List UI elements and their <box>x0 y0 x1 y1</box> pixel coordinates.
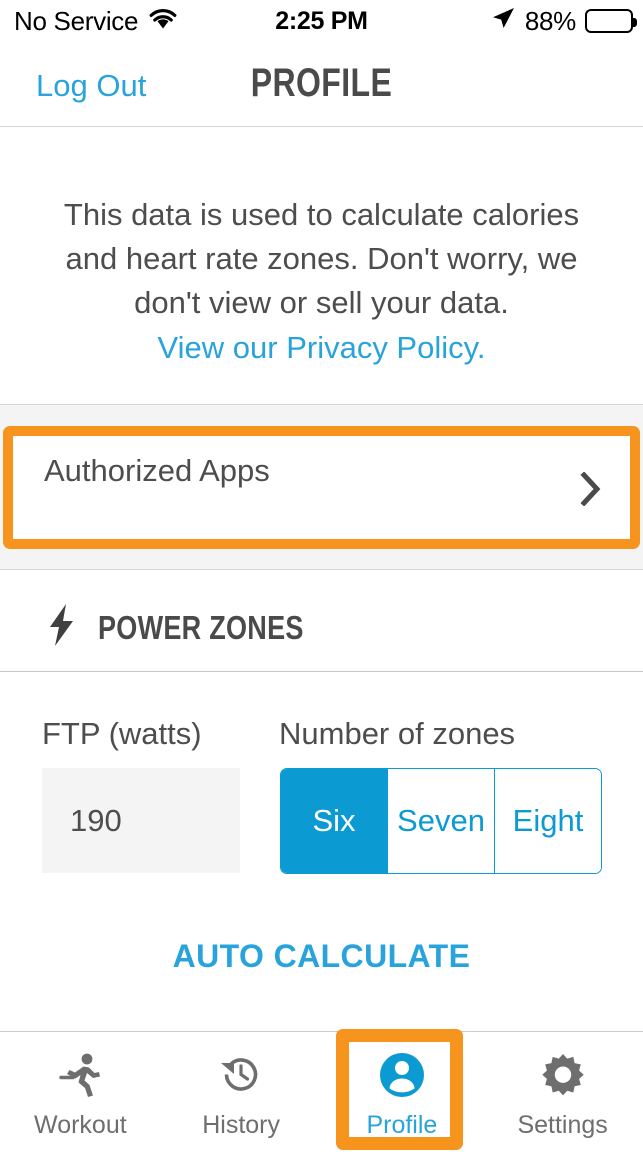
tab-settings[interactable]: Settings <box>482 1032 643 1152</box>
gear-icon <box>539 1051 587 1099</box>
authorized-apps-row[interactable]: Authorized Apps <box>13 436 630 539</box>
person-circle-icon <box>378 1051 426 1099</box>
ftp-input[interactable] <box>42 768 240 873</box>
chevron-right-icon <box>580 472 602 511</box>
tab-label-history: History <box>202 1111 280 1140</box>
zone-count-segmented-control[interactable]: Six Seven Eight <box>280 768 602 874</box>
tab-history[interactable]: History <box>161 1032 322 1152</box>
number-of-zones-label: Number of zones <box>279 716 515 752</box>
tab-label-settings: Settings <box>517 1111 607 1140</box>
status-bar-right: 88% <box>490 5 633 38</box>
power-zones-divider <box>0 671 643 672</box>
tab-workout[interactable]: Workout <box>0 1032 161 1152</box>
zone-option-six[interactable]: Six <box>281 769 388 873</box>
lightning-bolt-icon <box>48 603 76 652</box>
ftp-label: FTP (watts) <box>42 716 202 752</box>
tab-profile[interactable]: Profile <box>322 1032 483 1152</box>
battery-icon <box>585 9 633 33</box>
zone-option-seven[interactable]: Seven <box>388 769 495 873</box>
running-person-icon <box>55 1051 105 1099</box>
profile-screen: No Service 2:25 PM 88% <box>0 0 643 1152</box>
zone-option-eight[interactable]: Eight <box>495 769 601 873</box>
tab-label-workout: Workout <box>34 1111 127 1140</box>
page-title: PROFILE <box>64 61 578 106</box>
battery-percent-label: 88% <box>525 6 576 37</box>
nav-divider <box>0 126 643 127</box>
location-arrow-icon <box>490 5 516 38</box>
tab-label-profile: Profile <box>366 1111 437 1140</box>
status-bar: No Service 2:25 PM 88% <box>0 0 643 42</box>
power-zones-header: POWER ZONES <box>48 603 349 652</box>
authorized-apps-label: Authorized Apps <box>44 450 464 492</box>
clock-history-icon <box>217 1051 265 1099</box>
navigation-bar: Log Out PROFILE <box>0 42 643 127</box>
auto-calculate-button[interactable]: AUTO CALCULATE <box>0 938 643 975</box>
privacy-policy-link[interactable]: View our Privacy Policy. <box>34 326 609 370</box>
privacy-blurb: This data is used to calculate calories … <box>34 193 609 370</box>
privacy-blurb-text: This data is used to calculate calories … <box>64 197 579 320</box>
tab-bar: Workout History Profile <box>0 1032 643 1152</box>
power-zones-title: POWER ZONES <box>98 609 304 647</box>
section-divider-bottom <box>0 569 643 570</box>
